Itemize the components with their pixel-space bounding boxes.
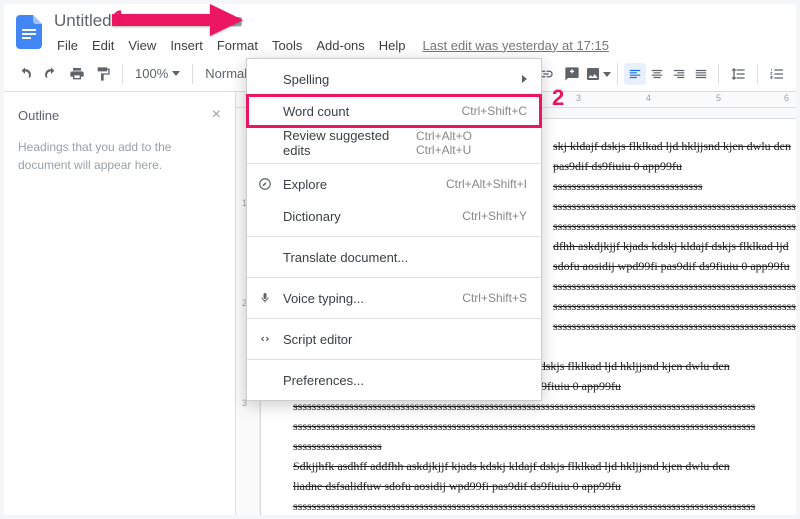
menu-separator <box>247 318 541 319</box>
menu-label: Explore <box>283 177 327 192</box>
explore-icon <box>257 176 273 192</box>
doc-line: sssssssssssssssssss <box>293 437 796 455</box>
toolbar-separator <box>122 64 123 84</box>
toolbar-separator <box>757 64 758 84</box>
tools-word-count[interactable]: Word count Ctrl+Shift+C <box>247 95 541 127</box>
menu-label: Script editor <box>283 332 352 347</box>
ruler-tick: 3 <box>576 93 581 103</box>
menu-shortcut: Ctrl+Shift+S <box>462 291 527 305</box>
tools-spelling[interactable]: Spelling <box>247 63 541 95</box>
menu-shortcut: Ctrl+Alt+Shift+I <box>446 177 527 191</box>
menu-separator <box>247 236 541 237</box>
menu-separator <box>247 163 541 164</box>
menu-shortcut: Ctrl+Shift+C <box>462 104 527 118</box>
menu-file[interactable]: File <box>50 36 85 55</box>
align-center-button[interactable] <box>646 63 668 85</box>
script-editor-icon <box>257 331 273 347</box>
menu-tools[interactable]: Tools <box>265 36 309 55</box>
tools-dropdown: Spelling Word count Ctrl+Shift+C Review … <box>246 58 542 401</box>
doc-title[interactable]: Untitled document <box>50 9 195 33</box>
menu-separator <box>247 359 541 360</box>
undo-button[interactable] <box>12 61 38 87</box>
insert-comment-button[interactable] <box>559 61 585 87</box>
caret-down-icon <box>603 72 611 77</box>
menu-label: Preferences... <box>283 373 364 388</box>
outline-pane: Outline × Headings that you add to the d… <box>4 92 236 515</box>
toolbar-separator <box>718 64 719 84</box>
star-icon[interactable] <box>195 13 219 29</box>
submenu-arrow-icon <box>522 75 527 83</box>
tools-translate[interactable]: Translate document... <box>247 241 541 273</box>
menu-label: Spelling <box>283 72 329 87</box>
menu-insert[interactable]: Insert <box>163 36 210 55</box>
menu-shortcut: Ctrl+Alt+O Ctrl+Alt+U <box>416 129 527 157</box>
menu-shortcut: Ctrl+Shift+Y <box>462 209 527 223</box>
line-spacing-button[interactable] <box>725 61 751 87</box>
microphone-icon <box>257 290 273 306</box>
outline-title: Outline <box>18 108 59 123</box>
toolbar-separator <box>192 64 193 84</box>
ruler-tick: 5 <box>716 93 721 103</box>
ruler-tick: 4 <box>646 93 651 103</box>
menu-help[interactable]: Help <box>372 36 413 55</box>
doc-line: ssssssssssssssssssssssssssssssssssssssss… <box>293 417 796 435</box>
redo-button[interactable] <box>38 61 64 87</box>
zoom-select[interactable]: 100% <box>129 66 186 81</box>
doc-line: liadne dsfsalidfuw sdofu aosidij wpd99fi… <box>293 477 796 495</box>
tools-voice-typing[interactable]: Voice typing... Ctrl+Shift+S <box>247 282 541 314</box>
tools-preferences[interactable]: Preferences... <box>247 364 541 396</box>
tools-dictionary[interactable]: Dictionary Ctrl+Shift+Y <box>247 200 541 232</box>
doc-line: ssssssssssssssssssssssssssssssssssssssss… <box>293 497 796 515</box>
menu-addons[interactable]: Add-ons <box>309 36 371 55</box>
menu-label: Dictionary <box>283 209 341 224</box>
zoom-value: 100% <box>135 66 168 81</box>
docs-logo[interactable] <box>12 10 46 54</box>
print-button[interactable] <box>64 61 90 87</box>
menu-label: Word count <box>283 104 349 119</box>
insert-image-button[interactable] <box>585 61 611 87</box>
menu-bar: File Edit View Insert Format Tools Add-o… <box>50 34 609 56</box>
menu-view[interactable]: View <box>121 36 163 55</box>
menu-format[interactable]: Format <box>210 36 265 55</box>
doc-line: Sdkjjhfk asdhff addfhh askdjkjjf kjads k… <box>293 457 796 475</box>
ruler-tick: 6 <box>784 93 789 103</box>
menu-label: Review suggested edits <box>283 128 416 158</box>
outline-close-button[interactable]: × <box>212 106 221 124</box>
paint-format-button[interactable] <box>90 61 116 87</box>
tools-script-editor[interactable]: Script editor <box>247 323 541 355</box>
caret-down-icon <box>172 71 180 76</box>
align-left-button[interactable] <box>624 63 646 85</box>
tools-explore[interactable]: Explore Ctrl+Alt+Shift+I <box>247 168 541 200</box>
align-right-button[interactable] <box>668 63 690 85</box>
last-edit-link[interactable]: Last edit was yesterday at 17:15 <box>423 38 609 53</box>
menu-separator <box>247 277 541 278</box>
menu-label: Voice typing... <box>283 291 364 306</box>
tools-review-suggested-edits[interactable]: Review suggested edits Ctrl+Alt+O Ctrl+A… <box>247 127 541 159</box>
menu-edit[interactable]: Edit <box>85 36 121 55</box>
menu-label: Translate document... <box>283 250 408 265</box>
move-folder-icon[interactable] <box>219 13 243 29</box>
align-justify-button[interactable] <box>690 63 712 85</box>
outline-hint: Headings that you add to the document wi… <box>4 130 235 182</box>
numbered-list-button[interactable] <box>764 61 790 87</box>
